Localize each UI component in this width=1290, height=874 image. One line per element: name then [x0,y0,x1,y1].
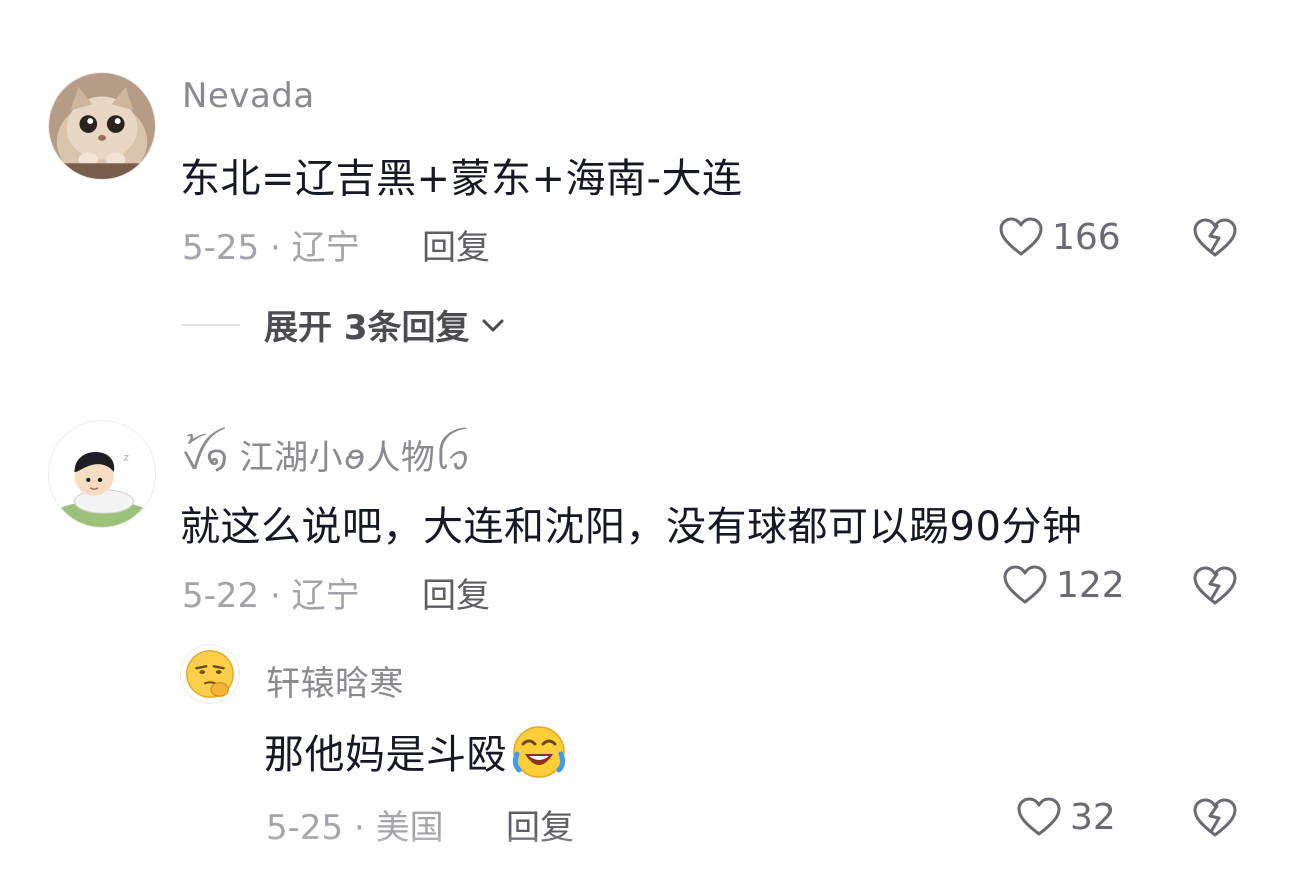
like-count: 32 [1070,796,1116,838]
chevron-down-icon [480,315,506,335]
avatar[interactable] [48,72,156,180]
comment-date-location: 5-22 · 辽宁 [182,576,360,616]
like-button[interactable]: 32 [1016,796,1116,838]
like-count: 122 [1056,564,1125,606]
comment-date-location: 5-25 · 辽宁 [182,228,360,268]
like-count: 166 [1052,216,1121,258]
expand-replies-button[interactable]: 展开 3条回复 [182,300,506,349]
comment-username[interactable]: Nevada [182,76,315,116]
broken-heart-icon [1193,566,1237,605]
avatar[interactable] [180,644,240,704]
comment-text: 就这么说吧，大连和沈阳，没有球都可以踢90分钟 [180,504,1083,550]
thinking-emoji-avatar-icon [181,645,239,703]
dislike-button[interactable] [1192,216,1238,260]
reply-button[interactable]: 回复 [422,220,490,269]
svg-text:z: z [124,452,129,463]
reply-text-content: 那他妈是斗殴 [264,732,507,778]
dislike-button[interactable] [1192,796,1238,840]
avatar[interactable]: z [48,420,156,528]
cat-avatar-icon [49,73,155,179]
heart-outline-icon [999,217,1043,256]
reply-button[interactable]: 回复 [422,568,490,617]
heart-outline-icon [1017,797,1061,836]
expand-replies-label: 展开 3条回复 [264,308,470,348]
expand-divider [182,323,240,326]
comment-text: 东北=辽吉黑+蒙东+海南-大连 [180,156,743,202]
rolling-laugh-emoji-icon [511,724,567,780]
dislike-button[interactable] [1192,564,1238,608]
broken-heart-icon [1193,798,1237,837]
like-button[interactable]: 122 [1002,564,1125,606]
cartoon-boy-avatar-icon: z [49,421,155,527]
reply-text: 那他妈是斗殴 [264,722,567,780]
comment-username[interactable]: ꪜ꫁໑ 江湖小ꪮ人物ꪶꪫ [182,424,470,496]
heart-outline-icon [1003,565,1047,604]
broken-heart-icon [1193,218,1237,257]
reply-date-location: 5-25 · 美国 [266,808,444,848]
reply-button[interactable]: 回复 [506,800,574,849]
reply-username[interactable]: 轩辕晗寒 [266,656,404,705]
bottom-fade [0,834,1290,874]
like-button[interactable]: 166 [998,216,1121,258]
comment-list: Nevada 东北=辽吉黑+蒙东+海南-大连 5-25 · 辽宁 回复 166 … [0,0,1290,874]
